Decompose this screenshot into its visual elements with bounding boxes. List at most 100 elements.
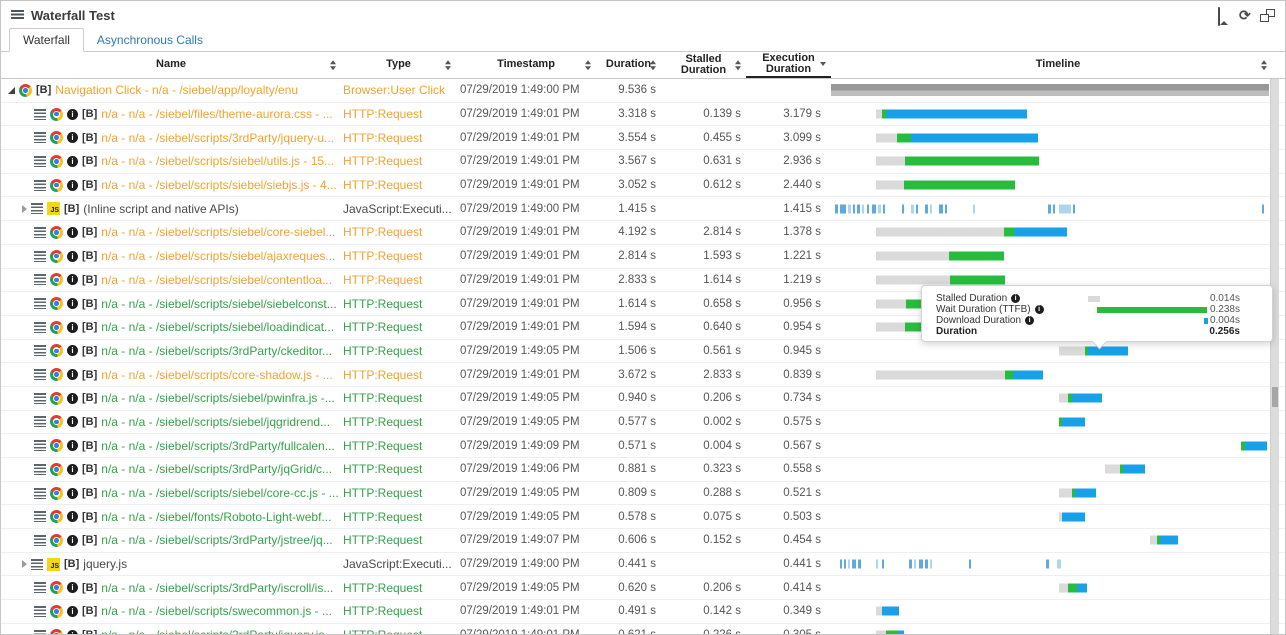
timeline-bar-blue[interactable] [1062, 417, 1085, 426]
timeline-cell[interactable] [831, 150, 1285, 173]
timeline-cell[interactable] [831, 600, 1285, 623]
timeline-cell[interactable] [831, 103, 1285, 126]
collapse-caret-icon[interactable] [22, 205, 27, 213]
info-icon[interactable]: i [67, 535, 78, 546]
info-icon[interactable]: i [67, 156, 78, 167]
info-icon[interactable]: i [67, 322, 78, 333]
info-icon[interactable]: i [1011, 294, 1020, 303]
timeline-bar-blue[interactable] [1077, 583, 1087, 592]
row-menu-icon[interactable] [34, 180, 46, 191]
table-row[interactable]: i[B]n/a - n/a - /siebel/scripts/siebel/c… [1, 482, 1285, 506]
row-menu-icon[interactable] [34, 630, 46, 634]
timeline-bar-blue[interactable] [882, 607, 899, 616]
timeline-cell[interactable] [831, 340, 1285, 363]
timeline-cell[interactable] [831, 411, 1285, 434]
row-menu-icon[interactable] [34, 345, 46, 356]
timeline-cell[interactable] [831, 505, 1285, 528]
sort-icon[interactable] [585, 60, 591, 70]
timeline-bar-gray[interactable] [876, 228, 1004, 237]
timeline-cell[interactable] [831, 458, 1285, 481]
timeline-cell[interactable] [831, 624, 1285, 634]
row-menu-icon[interactable] [34, 464, 46, 475]
timeline-bar-blue[interactable] [1160, 536, 1178, 545]
timeline-cell[interactable] [831, 363, 1285, 386]
row-menu-icon[interactable] [34, 606, 46, 617]
timeline-bar-gray[interactable] [876, 631, 886, 634]
timeline-cell[interactable] [831, 79, 1285, 102]
timeline-bar-gray[interactable] [876, 157, 905, 166]
column-header-duration[interactable]: Duration [596, 52, 661, 78]
request-name[interactable]: n/a - n/a - /siebel/scripts/3rdParty/jst… [101, 533, 332, 547]
row-menu-icon[interactable] [34, 132, 46, 143]
table-row[interactable]: i[B]n/a - n/a - /siebel/scripts/3rdParty… [1, 624, 1285, 634]
timeline-cell[interactable] [831, 482, 1285, 505]
row-menu-icon[interactable] [34, 535, 46, 546]
timeline-bar-gray[interactable] [1059, 394, 1068, 403]
request-name[interactable]: n/a - n/a - /siebel/scripts/siebel/conte… [101, 273, 332, 287]
request-name[interactable]: n/a - n/a - /siebel/scripts/3rdParty/jqu… [101, 628, 334, 634]
timeline-bar-blue[interactable] [1062, 512, 1085, 521]
timeline-cell[interactable] [831, 245, 1285, 268]
sort-icon[interactable] [650, 60, 656, 70]
table-row[interactable]: i[B]n/a - n/a - /siebel/scripts/siebel/a… [1, 245, 1285, 269]
table-row[interactable]: i[B]n/a - n/a - /siebel/scripts/siebel/p… [1, 387, 1285, 411]
timeline-cell[interactable] [831, 221, 1285, 244]
info-icon[interactable]: i [67, 180, 78, 191]
info-icon[interactable]: i [67, 369, 78, 380]
tab-asynchronous-calls[interactable]: Asynchronous Calls [84, 29, 216, 51]
info-icon[interactable]: i [67, 511, 78, 522]
expand-caret-icon[interactable] [8, 87, 15, 94]
timeline-bar-gray[interactable] [1150, 536, 1157, 545]
table-row[interactable]: i[B]n/a - n/a - /siebel/scripts/3rdParty… [1, 458, 1285, 482]
timeline-bar-gray[interactable] [876, 299, 906, 308]
timeline-bar-blue[interactable] [1013, 370, 1043, 379]
row-menu-icon[interactable] [34, 511, 46, 522]
row-menu-icon[interactable] [31, 559, 43, 570]
column-header-stalled-duration[interactable]: Stalled Duration [661, 52, 746, 78]
table-row[interactable]: [B]Navigation Click - n/a - /siebel/app/… [1, 79, 1285, 103]
timeline-bar-blue[interactable] [1072, 394, 1102, 403]
info-icon[interactable]: i [67, 227, 78, 238]
timeline-cell[interactable] [831, 434, 1285, 457]
request-name[interactable]: n/a - n/a - /siebel/scripts/3rdParty/jqG… [101, 462, 332, 476]
request-name[interactable]: n/a - n/a - /siebel/scripts/siebel/siebj… [101, 178, 336, 192]
column-header-execution-duration[interactable]: Execution Duration [746, 52, 831, 78]
timeline-bar-green[interactable] [905, 157, 1039, 166]
request-name[interactable]: n/a - n/a - /siebel/scripts/siebel/core-… [101, 225, 335, 239]
table-row[interactable]: i[B]n/a - n/a - /siebel/scripts/siebel/s… [1, 174, 1285, 198]
row-menu-icon[interactable] [34, 440, 46, 451]
table-row[interactable]: i[B]n/a - n/a - /siebel/scripts/3rdParty… [1, 529, 1285, 553]
timeline-bar-gray[interactable] [876, 181, 904, 190]
timeline-bar-gray[interactable] [1105, 465, 1120, 474]
row-menu-icon[interactable] [34, 488, 46, 499]
row-menu-icon[interactable] [34, 156, 46, 167]
table-row[interactable]: i[B]n/a - n/a - /siebel/scripts/core-sha… [1, 363, 1285, 387]
request-name[interactable]: (Inline script and native APIs) [83, 202, 238, 216]
info-icon[interactable]: i [67, 298, 78, 309]
sort-icon[interactable] [735, 60, 741, 70]
table-row[interactable]: i[B]n/a - n/a - /siebel/scripts/3rdParty… [1, 576, 1285, 600]
timeline-cell[interactable] [831, 387, 1285, 410]
timeline-bar-green[interactable] [1005, 370, 1013, 379]
sort-icon[interactable] [445, 60, 451, 70]
request-name[interactable]: jquery.js [83, 557, 127, 571]
info-icon[interactable]: i [1035, 305, 1044, 314]
sort-desc-icon[interactable] [820, 62, 826, 66]
info-icon[interactable]: i [1025, 316, 1034, 325]
info-icon[interactable]: i [67, 440, 78, 451]
table-row[interactable]: JS[B]jquery.jsJavaScript:Executi...07/29… [1, 553, 1285, 577]
request-name[interactable]: n/a - n/a - /siebel/files/theme-aurora.c… [101, 107, 332, 121]
row-menu-icon[interactable] [34, 393, 46, 404]
row-menu-icon[interactable] [34, 369, 46, 380]
timeline-bar-gray[interactable] [1059, 489, 1072, 498]
row-menu-icon[interactable] [34, 109, 46, 120]
request-name[interactable]: n/a - n/a - /siebel/scripts/swecommon.js… [101, 604, 332, 618]
sort-icon[interactable] [330, 60, 336, 70]
timeline-cell[interactable] [831, 197, 1285, 220]
row-menu-icon[interactable] [31, 203, 43, 214]
timeline-bar-blue[interactable] [1014, 228, 1067, 237]
timeline-bar-dark[interactable] [831, 84, 1269, 96]
request-name[interactable]: n/a - n/a - /siebel/scripts/3rdParty/isc… [101, 581, 333, 595]
timeline-cell[interactable] [831, 576, 1285, 599]
request-name[interactable]: n/a - n/a - /siebel/scripts/3rdParty/ful… [101, 439, 334, 453]
